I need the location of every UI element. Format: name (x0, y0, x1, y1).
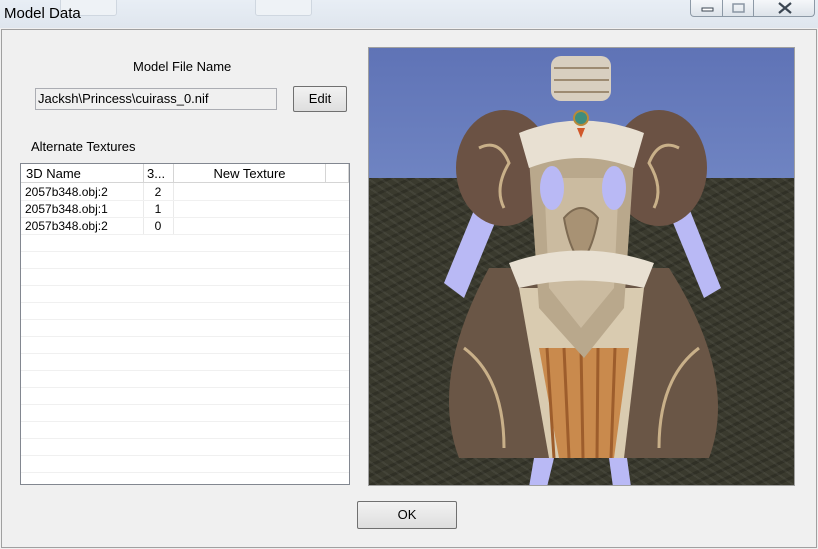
model-preview-viewport[interactable] (368, 47, 795, 486)
ok-button[interactable]: OK (357, 501, 457, 529)
column-header-number[interactable]: 3... (144, 164, 174, 183)
title-bar[interactable]: Model Data (0, 0, 818, 28)
cell-3d-name: 2057b348.obj:1 (25, 202, 108, 216)
table-row[interactable]: 2057b348.obj:1 1 (21, 201, 349, 218)
armor-model-render (444, 56, 721, 485)
table-row[interactable]: 2057b348.obj:2 0 (21, 218, 349, 235)
cell-number: 1 (154, 202, 162, 216)
window-title: Model Data (4, 5, 81, 22)
column-header-filler (326, 164, 349, 183)
cell-3d-name: 2057b348.obj:2 (25, 185, 108, 199)
background-window-button (255, 0, 312, 16)
close-button[interactable] (753, 0, 815, 17)
edit-button[interactable]: Edit (293, 86, 347, 112)
cell-new-texture (173, 201, 325, 218)
maximize-button[interactable] (722, 0, 754, 17)
close-icon (778, 2, 792, 14)
minimize-button[interactable] (690, 0, 723, 17)
alternate-textures-list[interactable]: 3D Name 3... New Texture 2057b348.obj:2 … (20, 163, 350, 485)
cell-number: 0 (154, 219, 162, 233)
cell-3d-name: 2057b348.obj:2 (25, 219, 108, 233)
cell-new-texture (173, 218, 325, 235)
alternate-textures-label: Alternate Textures (31, 139, 136, 154)
column-header-new-texture[interactable]: New Texture (174, 164, 326, 183)
table-row[interactable]: 2057b348.obj:2 2 (21, 184, 349, 201)
maximize-icon (732, 3, 745, 13)
cell-new-texture (173, 184, 325, 201)
column-header-3d-name[interactable]: 3D Name (21, 164, 144, 183)
empty-list-rows (21, 235, 349, 484)
model-file-name-label: Model File Name (133, 59, 232, 74)
minimize-icon (701, 7, 714, 12)
cell-number: 2 (154, 185, 162, 199)
model-file-name-field[interactable]: Jacksh\Princess\cuirass_0.nif (35, 88, 277, 110)
